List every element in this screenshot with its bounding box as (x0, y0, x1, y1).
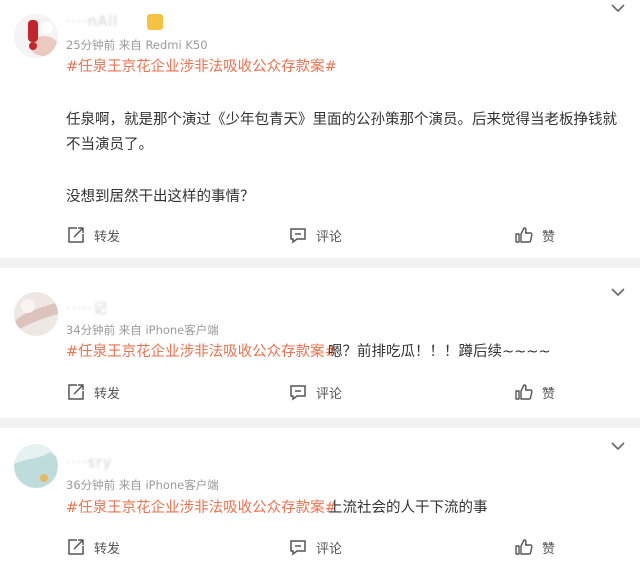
username[interactable]: ····nAll (66, 14, 118, 30)
comment-label: 评论 (316, 386, 343, 402)
comment-label: 评论 (316, 229, 343, 245)
like-button[interactable]: 赞 (514, 380, 555, 404)
comment-icon (290, 228, 306, 244)
like-label: 赞 (542, 386, 556, 402)
post-meta: 36分钟前 来自 iPhone客户端 (66, 478, 219, 492)
post-body: 上流社会的人干下流的事 (328, 500, 488, 516)
like-label: 赞 (542, 541, 556, 557)
repost-label: 转发 (94, 229, 121, 245)
username[interactable]: ····sry (66, 455, 112, 471)
like-label: 赞 (542, 229, 556, 245)
separator (0, 258, 640, 268)
hashtag-link[interactable]: #任泉王京花企业涉非法吸收公众存款案# (66, 498, 337, 518)
comment-icon (290, 385, 306, 401)
repost-button[interactable]: 转发 (66, 380, 120, 404)
chevron-down-icon[interactable] (610, 440, 626, 452)
chevron-down-icon[interactable] (610, 286, 626, 298)
comment-button[interactable]: 评论 (288, 380, 342, 404)
like-icon (515, 227, 533, 243)
post-meta: 34分钟前 来自 iPhone客户端 (66, 323, 219, 337)
repost-icon (68, 227, 84, 243)
hashtag-link[interactable]: #任泉王京花企业涉非法吸收公众存款案# (66, 57, 337, 77)
like-icon (515, 539, 533, 555)
like-icon (515, 384, 533, 400)
avatar[interactable] (14, 14, 58, 58)
hashtag-link[interactable]: #任泉王京花企业涉非法吸收公众存款案# (66, 342, 337, 362)
post-meta: 25分钟前 来自 Redmi K50 (66, 38, 208, 52)
repost-label: 转发 (94, 386, 121, 402)
chevron-down-icon[interactable] (610, 2, 626, 14)
like-button[interactable]: 赞 (514, 535, 555, 559)
separator (0, 418, 640, 428)
username[interactable]: ·····记 (66, 298, 108, 318)
post-3: ····sry 36分钟前 来自 iPhone客户端 #任泉王京花企业涉非法吸收… (0, 428, 640, 566)
post-body-line-1: 任泉啊，就是那个演过《少年包青天》里面的公孙策那个演员。后来觉得当老板挣钱就 (66, 112, 617, 128)
like-button[interactable]: 赞 (514, 223, 555, 247)
vip-badge-icon (147, 14, 163, 30)
post-2: ·····记 34分钟前 来自 iPhone客户端 #任泉王京花企业涉非法吸收公… (0, 268, 640, 418)
repost-label: 转发 (94, 541, 121, 557)
repost-button[interactable]: 转发 (66, 223, 120, 247)
comment-button[interactable]: 评论 (288, 535, 342, 559)
repost-icon (68, 539, 84, 555)
action-bar: 转发 评论 赞 (0, 380, 640, 404)
comment-button[interactable]: 评论 (288, 223, 342, 247)
post-1: ····nAll 25分钟前 来自 Redmi K50 #任泉王京花企业涉非法吸… (0, 0, 640, 258)
avatar[interactable] (14, 292, 58, 336)
repost-icon (68, 384, 84, 400)
post-body-line-3: 没想到居然干出这样的事情？ (66, 189, 255, 205)
action-bar: 转发 评论 赞 (0, 535, 640, 559)
action-bar: 转发 评论 赞 (0, 223, 640, 247)
post-body-line-2: 不当演员了。 (66, 137, 153, 153)
avatar[interactable] (14, 444, 58, 488)
comment-label: 评论 (316, 541, 343, 557)
post-body: 嗯？前排吃瓜！！！蹲后续~~~~ (328, 344, 551, 360)
comment-icon (290, 540, 306, 556)
repost-button[interactable]: 转发 (66, 535, 120, 559)
